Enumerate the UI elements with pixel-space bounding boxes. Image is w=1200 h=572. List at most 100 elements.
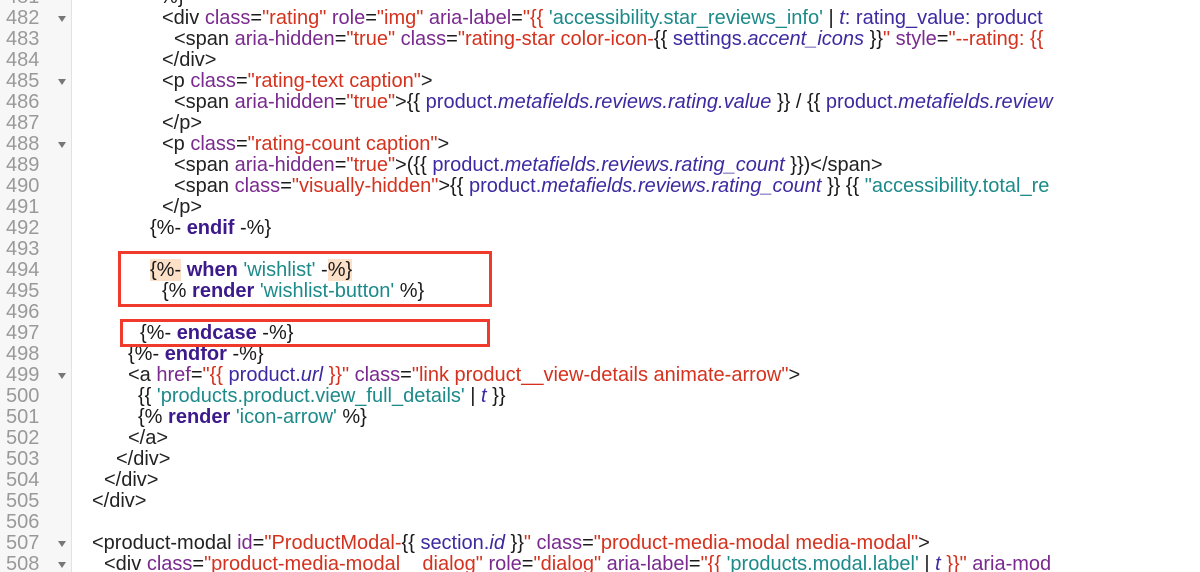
code-token: 'products.modal.label' (726, 553, 919, 572)
code-line[interactable]: 488 <p class="rating-count caption"> (0, 134, 1200, 155)
code-token: <p (162, 70, 191, 92)
line-number: 502 (6, 427, 40, 449)
code-token: class (204, 7, 251, 29)
code-token: "ProductModal- (264, 532, 402, 554)
code-text: {% render 'icon-arrow' %} (138, 407, 367, 428)
code-token: <p (162, 133, 191, 155)
line-number: 501 (6, 406, 40, 428)
line-number: 491 (6, 196, 40, 218)
code-line[interactable]: 486 <span aria-hidden="true">{{ product.m… (0, 92, 1200, 113)
code-line[interactable]: 487 </p> (0, 113, 1200, 134)
code-token: = (688, 553, 701, 572)
code-line[interactable]: 506 (0, 512, 1200, 533)
fold-arrow-icon[interactable] (58, 541, 66, 547)
line-number: 507 (6, 532, 40, 554)
code-token: -%} (234, 217, 272, 239)
code-token: endif (186, 217, 235, 239)
line-number: 495 (6, 280, 40, 302)
code-token: </a> (128, 427, 169, 449)
code-token: {{ (138, 385, 157, 407)
code-line[interactable]: 482 <div class="rating" role="img" aria-l… (0, 8, 1200, 29)
code-token: > (420, 70, 433, 92)
code-token: <a (128, 364, 157, 386)
code-token: = (235, 133, 248, 155)
code-token: aria-hidden (234, 91, 335, 113)
code-token: metafields.reviews.rating_count (504, 154, 785, 176)
code-line[interactable]: 498 {%- endfor -%} (0, 344, 1200, 365)
code-token: id (237, 532, 253, 554)
fold-arrow-icon[interactable] (58, 373, 66, 379)
code-token: product. (425, 91, 498, 113)
fold-arrow-icon[interactable] (58, 142, 66, 148)
code-token: </div> (92, 490, 147, 512)
code-token: > (788, 364, 801, 386)
code-token: = (192, 553, 205, 572)
code-text: </div> (92, 491, 146, 512)
code-token: : rating_value: product (844, 7, 1043, 29)
code-line[interactable]: 503 </div> (0, 449, 1200, 470)
code-token: }} (504, 532, 524, 554)
code-line[interactable]: 500 {{ 'products.product.view_full_detail… (0, 386, 1200, 407)
fold-arrow-icon[interactable] (58, 16, 66, 22)
code-token: }}" (323, 364, 350, 386)
code-line[interactable]: 484 </div> (0, 50, 1200, 71)
code-token: = (250, 7, 263, 29)
code-line[interactable]: 489 <span aria-hidden="true">({{ product.… (0, 155, 1200, 176)
code-token: style (890, 28, 937, 50)
code-token: = (582, 532, 594, 554)
code-editor[interactable]: 481%}482<div class="rating" role="img" a… (0, 0, 1200, 572)
code-text: <span aria-hidden="true">({{ product.met… (174, 155, 883, 176)
line-number: 496 (6, 301, 40, 323)
code-text: <div class="rating" role="img" aria-labe… (162, 8, 1043, 29)
code-token: "img" (376, 7, 424, 29)
code-text: <product-modal id="ProductModal-{{ secti… (92, 533, 930, 554)
code-token: id (489, 532, 505, 554)
code-token: class (530, 532, 583, 554)
code-token: aria-hidden (234, 154, 335, 176)
line-number: 483 (6, 28, 40, 50)
code-line[interactable]: 502 </a> (0, 428, 1200, 449)
code-token: %} (336, 406, 367, 428)
code-text: {{ 'products.product.view_full_details' … (138, 386, 506, 407)
highlight-box-when-block (118, 251, 492, 307)
code-line[interactable]: 492 {%- endif -%} (0, 218, 1200, 239)
code-line[interactable]: 490 <span class="visually-hidden">{{ prod… (0, 176, 1200, 197)
code-token: product. (432, 154, 505, 176)
code-token: }} (486, 385, 506, 407)
fold-arrow-icon[interactable] (58, 79, 66, 85)
code-token: product. (228, 364, 301, 386)
code-token: section. (420, 532, 490, 554)
code-token: > (395, 91, 407, 113)
code-token: = (446, 28, 458, 50)
code-line[interactable]: 501 {% render 'icon-arrow' %} (0, 407, 1200, 428)
line-number: 482 (6, 7, 40, 29)
fold-arrow-icon[interactable] (58, 562, 66, 568)
code-token: {{ (406, 91, 426, 113)
code-line[interactable]: 504 </div> (0, 470, 1200, 491)
code-token: "{{ (522, 7, 549, 29)
code-line[interactable]: 499 <a href="{{ product.url }}" class="li… (0, 365, 1200, 386)
code-text: </div> (104, 470, 158, 491)
code-token: "dialog" (533, 553, 602, 572)
code-line[interactable]: 508 <div class="product-media-modal__dial… (0, 554, 1200, 572)
code-token: "accessibility.total_re (864, 175, 1050, 197)
code-line[interactable]: 491 </p> (0, 197, 1200, 218)
code-token: = (521, 553, 534, 572)
line-number: 505 (6, 490, 40, 512)
code-text: </div> (162, 50, 216, 71)
code-line[interactable]: 485 <p class="rating-text caption"> (0, 71, 1200, 92)
code-token: = (511, 7, 523, 29)
code-text: </p> (162, 113, 202, 134)
code-token: = (400, 364, 412, 386)
highlight-box-endcase (120, 319, 490, 347)
code-line[interactable]: 483 <span aria-hidden="true" class="ratin… (0, 29, 1200, 50)
code-token: }} (864, 28, 883, 50)
code-token: "true" (346, 154, 396, 176)
code-token: class (395, 28, 447, 50)
code-token: </p> (162, 112, 203, 134)
code-token: </div> (116, 448, 171, 470)
code-line[interactable]: 507 <product-modal id="ProductModal-{{ se… (0, 533, 1200, 554)
code-token: = (365, 7, 377, 29)
code-line[interactable]: 505 </div> (0, 491, 1200, 512)
line-number: 504 (6, 469, 40, 491)
